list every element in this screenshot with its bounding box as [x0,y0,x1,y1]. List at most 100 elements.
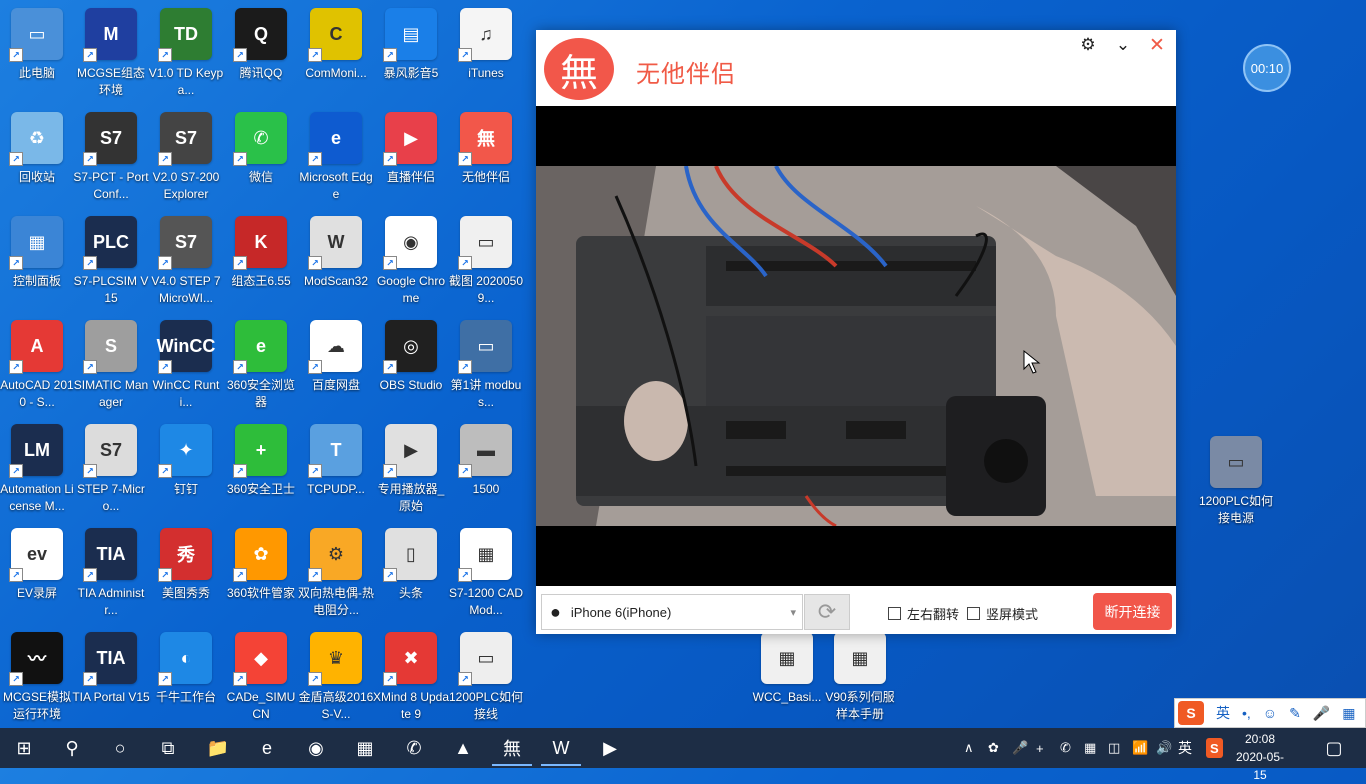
search-icon[interactable]: ⚲ [52,732,92,764]
desktop-shortcut[interactable]: S7 ↗ STEP 7-Micro... [74,416,148,516]
desktop-shortcut[interactable]: e ↗ 360安全浏览器 [224,312,298,412]
tray-security-icon[interactable]: ▦ [1084,738,1096,758]
ime-punctuation-icon[interactable]: •, [1242,705,1251,721]
task-view-icon[interactable]: ⧉ [148,732,188,764]
desktop-shortcut[interactable]: ▭ ↗ 第1讲 modbus... [449,312,523,412]
ime-toolbox-icon[interactable]: ▦ [1342,705,1355,722]
desktop-shortcut[interactable]: 秀 ↗ 美图秀秀 [149,520,223,620]
wuta-companion-window[interactable]: 無 无他伴侣 ⚙ ⌄ ✕ ● iPhone 6(iPhone) ▾ ⟳ 左右翻转… [536,30,1176,634]
close-icon[interactable]: ✕ [1144,32,1170,58]
portrait-checkbox-box[interactable] [967,607,980,620]
desktop-shortcut[interactable]: S7 ↗ V4.0 STEP 7 MicroWI... [149,208,223,308]
desktop-shortcut[interactable]: ▤ ↗ 暴风影音5 [374,0,448,100]
file-explorer-icon[interactable]: 📁 [198,732,238,764]
desktop-shortcut[interactable]: ◐ ↗ 千牛工作台 [149,624,223,724]
desktop-shortcut[interactable]: A ↗ AutoCAD 2010 - S... [0,312,74,412]
tray-360-icon[interactable]: + [1036,738,1044,758]
desktop-shortcut[interactable]: ▶ ↗ 专用播放器_原始 [374,416,448,516]
cortana-icon[interactable]: ○ [100,732,140,764]
desktop-shortcut[interactable]: Q ↗ 腾讯QQ [224,0,298,100]
volume-icon[interactable]: 🔊 [1156,738,1172,758]
desktop-shortcut[interactable]: C ↗ ComMoni... [299,0,373,100]
desktop-shortcut[interactable]: ♛ ↗ 金盾高级2016S-V... [299,624,373,724]
window-header[interactable]: 無 无他伴侣 ⚙ ⌄ ✕ [536,30,1176,106]
desktop-shortcut[interactable]: ♫ ↗ iTunes [449,0,523,100]
desktop-shortcut[interactable]: ▦ ↗ S7-1200 CAD Mod... [449,520,523,620]
desktop-shortcut[interactable]: ▬ ↗ 1500 [449,416,523,516]
desktop-shortcut[interactable]: ▦ WCC_Basi... [750,624,824,724]
ime-lang-toggle[interactable]: 英 [1216,703,1230,723]
ime-emoji-icon[interactable]: ☺ [1263,705,1277,721]
desktop-shortcut[interactable]: ▭ ↗ 截图 20200509... [449,208,523,308]
desktop-shortcut[interactable]: ✆ ↗ 微信 [224,104,298,204]
flip-checkbox-box[interactable] [888,607,901,620]
ime-pen-icon[interactable]: ✎ [1289,705,1301,722]
desktop-shortcut[interactable]: ✦ ↗ 钉钉 [149,416,223,516]
microphone-icon[interactable]: 🎤 [1012,738,1028,758]
desktop-shortcut[interactable]: ▭ 1200PLC如何接电源 [1199,428,1273,528]
refresh-button[interactable]: ⟳ [804,594,850,630]
desktop-shortcut[interactable]: LM ↗ Automation License M... [0,416,74,516]
desktop-shortcut[interactable]: S ↗ SIMATIC Manager [74,312,148,412]
desktop-shortcut[interactable]: TIA ↗ TIA Portal V15 [72,624,150,724]
desktop-shortcut[interactable]: ◉ ↗ Google Chrome [374,208,448,308]
desktop-shortcut[interactable]: S7 ↗ S7-PCT - Port Conf... [73,104,149,204]
desktop-shortcut[interactable]: ◆ ↗ CADe_SIMU CN [224,624,298,724]
device-dropdown[interactable]: ● iPhone 6(iPhone) ▾ [541,594,803,630]
desktop-shortcut[interactable]: 無 ↗ 无他伴侣 [449,104,523,204]
desktop-shortcut[interactable]: WinCC ↗ WinCC Runti... [149,312,223,412]
calculator-icon[interactable]: ▦ [345,732,385,764]
desktop-shortcut[interactable]: ▶ ↗ 直播伴侣 [374,104,448,204]
flip-checkbox[interactable]: 左右翻转 [888,604,959,623]
taskbar-clock[interactable]: 20:08 2020-05-15 [1232,730,1288,784]
desktop-shortcut[interactable]: ☁ ↗ 百度网盘 [299,312,373,412]
tray-wechat-icon[interactable]: ✆ [1060,738,1071,758]
desktop-shortcut[interactable]: 〰 ↗ MCGSE模拟运行环境 [0,624,74,724]
app-icon[interactable]: ▲ [443,732,483,764]
desktop-shortcut[interactable]: ▭ ↗ 此电脑 [0,0,74,100]
desktop-shortcut[interactable]: ✖ ↗ XMind 8 Update 9 [373,624,449,724]
desktop-shortcut[interactable]: ⚙ ↗ 双向热电偶-热电阻分... [298,520,374,620]
desktop-shortcut[interactable]: ✿ ↗ 360软件管家 [224,520,298,620]
recording-timer[interactable]: 00:10 [1243,44,1291,92]
live-companion-icon[interactable]: ▶ [590,732,630,764]
desktop-shortcut[interactable]: ♻ ↗ 回收站 [0,104,74,204]
desktop-shortcut[interactable]: ▦ V90系列伺服样本手册 [823,624,897,724]
desktop-shortcut[interactable]: + ↗ 360安全卫士 [224,416,298,516]
desktop-shortcut[interactable]: T ↗ TCPUDP... [299,416,373,516]
tray-app-icon[interactable]: ✿ [988,738,999,758]
desktop-shortcut[interactable]: M ↗ MCGSE组态环境 [74,0,148,100]
ime-mic-icon[interactable]: 🎤 [1313,705,1330,722]
desktop-shortcut[interactable]: ▯ ↗ 头条 [374,520,448,620]
notification-center-icon[interactable]: ▢ [1314,732,1354,764]
wps-icon[interactable]: W [541,732,581,766]
sogou-logo-icon[interactable]: S [1178,701,1204,725]
desktop-shortcut[interactable]: PLC ↗ S7-PLCSIM V15 [74,208,148,308]
desktop-shortcut[interactable]: TIA ↗ TIA Administr... [74,520,148,620]
shortcut-arrow-icon: ↗ [83,568,97,582]
desktop-shortcut[interactable]: ev ↗ EV录屏 [0,520,74,620]
network-icon[interactable]: 📶 [1132,738,1148,758]
chrome-icon[interactable]: ◉ [296,732,336,764]
browser-360-icon[interactable]: e [247,732,287,764]
wechat-icon[interactable]: ✆ [394,732,434,764]
tray-monitor-icon[interactable]: ◫ [1108,738,1120,758]
start-button-icon[interactable]: ⊞ [4,732,44,764]
desktop-shortcut[interactable]: W ↗ ModScan32 [299,208,373,308]
tray-sogou-icon[interactable]: S [1206,738,1223,758]
desktop-shortcut[interactable]: ◎ ↗ OBS Studio [374,312,448,412]
desktop-shortcut[interactable]: K ↗ 组态王6.55 [224,208,298,308]
desktop-shortcut[interactable]: e ↗ Microsoft Edge [299,104,373,204]
desktop-shortcut[interactable]: ▭ ↗ 1200PLC如何接线 [449,624,523,724]
ime-toolbar[interactable]: S 英 •, ☺ ✎ 🎤 ▦ [1174,698,1366,728]
desktop-shortcut[interactable]: TD ↗ V1.0 TD Keypa... [149,0,223,100]
disconnect-button[interactable]: 断开连接 [1093,593,1172,630]
wuta-icon[interactable]: 無 [492,732,532,766]
tray-lang-indicator[interactable]: 英 [1178,738,1192,758]
desktop-shortcut[interactable]: ▦ ↗ 控制面板 [0,208,74,308]
minimize-chevron-icon[interactable]: ⌄ [1110,32,1136,58]
desktop-shortcut[interactable]: S7 ↗ V2.0 S7-200 Explorer [149,104,223,204]
show-hidden-icons-icon[interactable]: ∧ [964,738,974,758]
portrait-checkbox[interactable]: 竖屏模式 [967,604,1038,623]
settings-icon[interactable]: ⚙ [1075,32,1101,58]
